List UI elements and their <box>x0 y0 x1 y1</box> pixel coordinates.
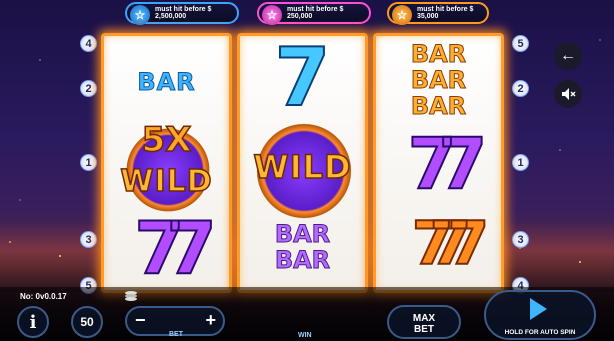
symbol-double-seven-purple: 77 <box>133 206 217 290</box>
back-button[interactable]: ← <box>554 42 582 70</box>
jackpot-grand: ☆ must hit before $ 2,500,000 <box>125 2 239 25</box>
version-label: No: 0v0.0.17 <box>20 292 67 301</box>
lines-button[interactable]: 50 <box>71 306 103 338</box>
payline-marker-left: 1 <box>80 154 97 171</box>
symbol-bar-purple: BAR <box>274 246 331 274</box>
play-icon <box>530 298 547 320</box>
symbol-triple-seven-orange: 777 <box>411 208 490 280</box>
bet-decrease-button[interactable]: − <box>135 310 146 331</box>
win-label: WIN <box>298 332 312 339</box>
spin-label: HOLD FOR AUTO SPIN <box>504 329 576 336</box>
symbol-seven-blue: 7 <box>274 33 332 124</box>
star-icon: ☆ <box>130 5 150 25</box>
symbol-bar-blue: BAR <box>137 68 196 97</box>
payline-marker-left: 2 <box>80 80 97 97</box>
spin-button[interactable]: HOLD FOR AUTO SPIN <box>484 290 596 340</box>
bet-increase-button[interactable]: + <box>205 310 216 331</box>
payline-marker-right: 1 <box>512 154 529 171</box>
lines-value: 50 <box>80 315 94 329</box>
symbol-triple-bar: BAR <box>410 66 467 94</box>
coins-icon <box>125 291 137 301</box>
reel-2: 7 WILD BAR BAR <box>237 33 368 293</box>
symbol-5x-multiplier: 5X <box>141 119 192 161</box>
payline-marker-right: 5 <box>512 35 529 52</box>
max-bet-line2: BET <box>414 324 434 335</box>
star-icon: ☆ <box>262 5 282 25</box>
symbol-bar-purple: BAR <box>274 220 331 248</box>
symbol-wild: WILD <box>120 163 213 200</box>
sound-toggle-button[interactable] <box>554 80 582 108</box>
max-bet-button[interactable]: MAX BET <box>387 305 461 339</box>
payline-marker-right: 3 <box>512 231 529 248</box>
jackpot-grand-label: must hit before $ 2,500,000 <box>155 6 212 20</box>
jackpot-minor: ☆ must hit before $ 35,000 <box>387 2 489 25</box>
jackpot-major: ☆ must hit before $ 250,000 <box>257 2 371 25</box>
symbol-wild: WILD <box>253 147 352 187</box>
symbol-triple-bar: BAR <box>410 92 467 120</box>
bet-label: BET <box>169 331 183 338</box>
symbol-triple-bar: BAR <box>410 40 467 68</box>
info-button[interactable]: i <box>17 306 49 338</box>
payline-marker-right: 2 <box>512 80 529 97</box>
symbol-double-seven-purple: 77 <box>407 123 488 205</box>
speaker-muted-icon <box>562 88 576 100</box>
info-icon: i <box>29 311 37 333</box>
star-icon: ☆ <box>392 5 412 25</box>
reel-3: BAR BAR BAR 77 777 <box>373 33 504 293</box>
payline-marker-left: 3 <box>80 231 97 248</box>
reel-1: BAR 5X WILD 77 <box>101 33 232 293</box>
arrow-left-icon: ← <box>560 47 576 64</box>
max-bet-line1: MAX <box>412 313 436 324</box>
jackpot-minor-label: must hit before $ 35,000 <box>417 6 474 20</box>
payline-marker-left: 4 <box>80 35 97 52</box>
jackpot-major-label: must hit before $ 250,000 <box>287 6 344 20</box>
